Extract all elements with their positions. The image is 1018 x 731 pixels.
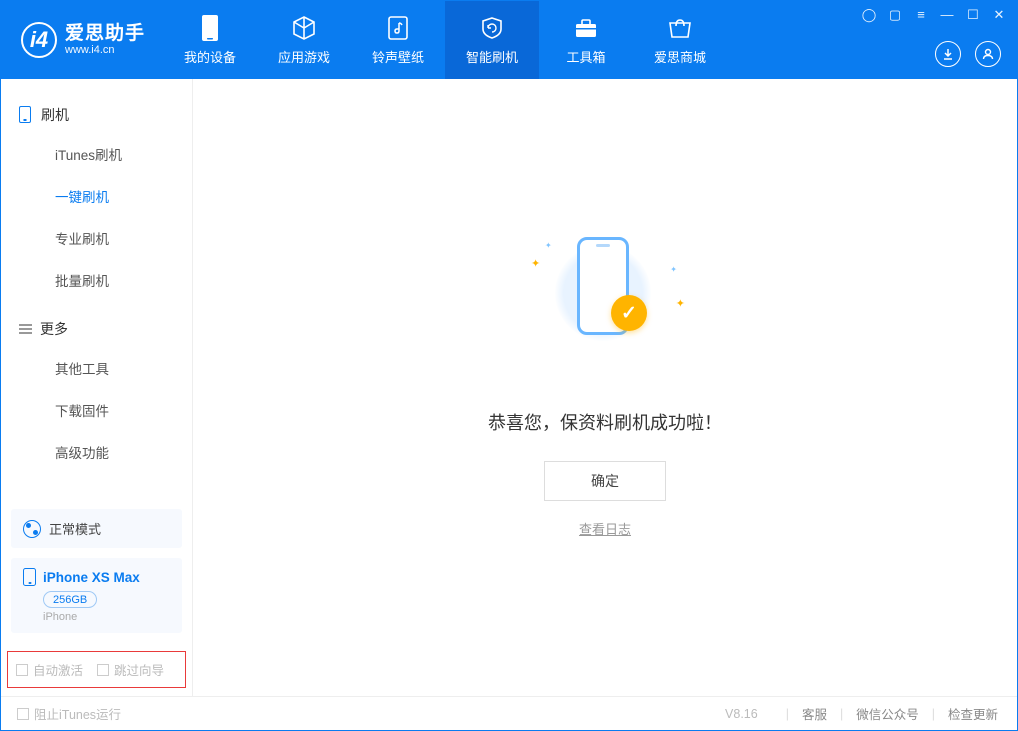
sidebar-item-download-firmware[interactable]: 下载固件 — [1, 389, 192, 431]
window-controls: ◯ ▢ ≡ ― ☐ ✕ — [861, 7, 1007, 23]
sidebar-item-pro-flash[interactable]: 专业刷机 — [1, 217, 192, 259]
nav-label: 工具箱 — [567, 47, 606, 66]
user-icon[interactable] — [975, 41, 1001, 67]
view-log-link[interactable]: 查看日志 — [579, 519, 631, 538]
header-right-icons — [935, 41, 1001, 67]
music-file-icon — [385, 15, 411, 41]
sidebar-item-other-tools[interactable]: 其他工具 — [1, 347, 192, 389]
mode-indicator[interactable]: 正常模式 — [11, 509, 182, 548]
sparkle-icon: ✦ — [676, 297, 685, 310]
nav-label: 智能刷机 — [466, 47, 518, 66]
group-title-label: 刷机 — [41, 105, 69, 125]
nav-label: 铃声壁纸 — [372, 47, 424, 66]
group-title-label: 更多 — [40, 319, 68, 339]
logo-icon: i4 — [21, 22, 57, 58]
checkbox-label: 阻止iTunes运行 — [34, 704, 121, 723]
nav-label: 爱思商城 — [654, 47, 706, 66]
shirt-icon[interactable]: ◯ — [861, 7, 877, 23]
device-icon — [197, 15, 223, 41]
sidebar-item-advanced[interactable]: 高级功能 — [1, 431, 192, 473]
highlighted-options: 自动激活 跳过向导 — [7, 651, 186, 688]
footer-link-service[interactable]: 客服 — [799, 704, 830, 723]
sidebar-item-batch-flash[interactable]: 批量刷机 — [1, 259, 192, 301]
sidebar-item-itunes-flash[interactable]: iTunes刷机 — [1, 133, 192, 175]
nav-smart-flash[interactable]: 智能刷机 — [445, 1, 539, 79]
close-button[interactable]: ✕ — [991, 7, 1007, 23]
checkbox-label: 自动激活 — [33, 660, 83, 679]
nav-label: 应用游戏 — [278, 47, 330, 66]
list-icon — [19, 324, 32, 333]
checkbox-box-icon — [17, 708, 29, 720]
logo-area: i4 爱思助手 www.i4.cn — [1, 22, 163, 58]
download-icon[interactable] — [935, 41, 961, 67]
app-footer: 阻止iTunes运行 V8.16 | 客服 | 微信公众号 | 检查更新 — [1, 696, 1017, 730]
checkmark-badge-icon: ✓ — [611, 295, 647, 331]
sparkle-icon: ✦ — [531, 257, 540, 270]
logo-text: 爱思助手 www.i4.cn — [65, 24, 145, 57]
maximize-button[interactable]: ☐ — [965, 7, 981, 23]
success-illustration: ✓ ✦ ✦ ✦ ✦ — [535, 237, 675, 387]
phone-outline-icon — [19, 106, 33, 124]
checkbox-box-icon — [16, 664, 28, 676]
menu-icon[interactable]: ≡ — [913, 7, 929, 23]
ok-button[interactable]: 确定 — [544, 461, 666, 501]
sidebar-item-oneclick-flash[interactable]: 一键刷机 — [1, 175, 192, 217]
sidebar: 刷机 iTunes刷机 一键刷机 专业刷机 批量刷机 更多 其他工具 下载固件 … — [1, 79, 193, 696]
checkbox-skip-guide[interactable]: 跳过向导 — [97, 660, 164, 679]
checkbox-auto-activate[interactable]: 自动激活 — [16, 660, 83, 679]
device-name-label: iPhone XS Max — [43, 570, 140, 585]
nav-ringtones[interactable]: 铃声壁纸 — [351, 1, 445, 79]
sparkle-icon: ✦ — [545, 241, 552, 250]
main-nav: 我的设备 应用游戏 铃声壁纸 智能刷机 工具箱 爱思商城 — [163, 1, 727, 79]
checkbox-box-icon — [97, 664, 109, 676]
nav-store[interactable]: 爱思商城 — [633, 1, 727, 79]
main-content: ✓ ✦ ✦ ✦ ✦ 恭喜您，保资料刷机成功啦！ 确定 查看日志 — [193, 79, 1017, 696]
minimize-button[interactable]: ― — [939, 7, 955, 23]
version-label: V8.16 — [725, 707, 758, 721]
sparkle-icon: ✦ — [670, 265, 677, 274]
checkbox-block-itunes[interactable]: 阻止iTunes运行 — [17, 704, 121, 723]
device-card[interactable]: iPhone XS Max 256GB iPhone — [11, 558, 182, 633]
nav-toolbox[interactable]: 工具箱 — [539, 1, 633, 79]
mode-icon — [23, 520, 41, 538]
toolbox-icon — [573, 15, 599, 41]
nav-label: 我的设备 — [184, 47, 236, 66]
success-message: 恭喜您，保资料刷机成功啦！ — [488, 409, 722, 435]
sidebar-group-more: 更多 — [1, 311, 192, 347]
feedback-icon[interactable]: ▢ — [887, 7, 903, 23]
device-phone-icon — [23, 568, 36, 586]
mode-label: 正常模式 — [49, 519, 101, 538]
device-storage-badge: 256GB — [43, 591, 97, 608]
app-title: 爱思助手 — [65, 24, 145, 45]
app-subtitle: www.i4.cn — [65, 44, 145, 56]
nav-my-device[interactable]: 我的设备 — [163, 1, 257, 79]
store-icon — [667, 15, 693, 41]
app-header: i4 爱思助手 www.i4.cn 我的设备 应用游戏 铃声壁纸 智能刷机 工具… — [1, 1, 1017, 79]
device-type-label: iPhone — [43, 611, 170, 623]
footer-link-wechat[interactable]: 微信公众号 — [853, 704, 922, 723]
sidebar-group-flash: 刷机 — [1, 97, 192, 133]
checkbox-label: 跳过向导 — [114, 660, 164, 679]
refresh-shield-icon — [479, 15, 505, 41]
footer-link-update[interactable]: 检查更新 — [945, 704, 1001, 723]
cube-icon — [291, 15, 317, 41]
device-name-row: iPhone XS Max — [23, 568, 170, 586]
nav-apps-games[interactable]: 应用游戏 — [257, 1, 351, 79]
app-body: 刷机 iTunes刷机 一键刷机 专业刷机 批量刷机 更多 其他工具 下载固件 … — [1, 79, 1017, 696]
